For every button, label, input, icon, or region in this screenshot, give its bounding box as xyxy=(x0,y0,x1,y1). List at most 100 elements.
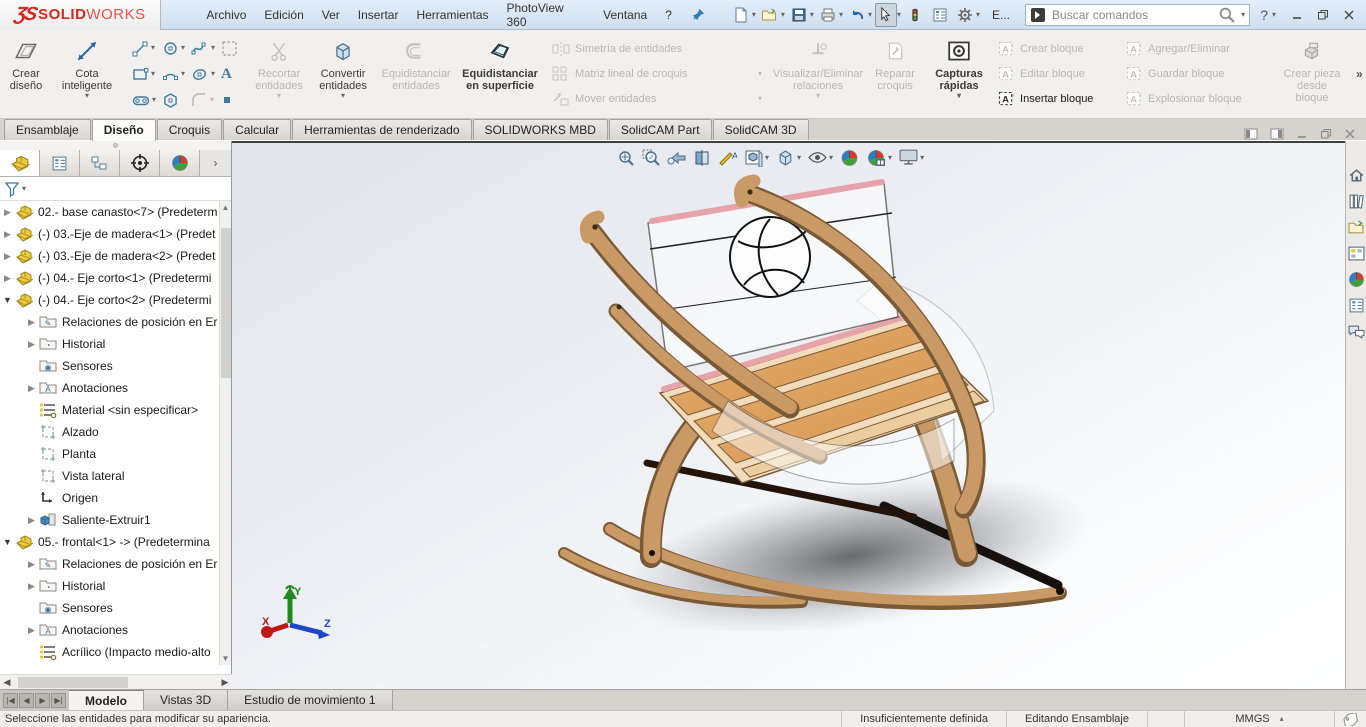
units-selector[interactable]: MMGS ▴ xyxy=(1184,711,1334,727)
save-button[interactable] xyxy=(788,3,810,27)
tree-item[interactable]: ▶ ✎ Relaciones de posición en Er xyxy=(0,311,220,333)
open-caret[interactable]: ▾ xyxy=(781,10,785,19)
tree-item[interactable]: ▶ ◔ Historial xyxy=(0,575,220,597)
convertir-entidades-button[interactable]: Convertir entidades ▾ xyxy=(310,30,376,118)
menu-edicion[interactable]: Edición xyxy=(255,0,312,29)
select-cursor-button[interactable] xyxy=(874,2,897,27)
configurationmanager-tab[interactable] xyxy=(80,150,120,176)
cota-caret[interactable]: ▾ xyxy=(85,92,89,100)
spline-tool[interactable] xyxy=(191,40,209,57)
tree-item[interactable]: ▼ (-) 04.- Eje corto<2> (Predetermi xyxy=(0,289,220,311)
doc-restore-button[interactable] xyxy=(1320,128,1332,140)
print-caret[interactable]: ▾ xyxy=(839,10,843,19)
vscroll-thumb[interactable] xyxy=(220,228,231,378)
equidistanciar-superficie-button[interactable]: Equidistanciar en superficie xyxy=(456,30,544,118)
tab-diseno[interactable]: Diseño xyxy=(91,119,156,141)
appearances-scenes-icon[interactable] xyxy=(1348,271,1365,288)
prev-tab-button[interactable]: ◀ xyxy=(19,692,34,708)
line-caret[interactable]: ▾ xyxy=(151,44,155,52)
overflow-item[interactable]: E... xyxy=(983,8,1019,22)
next-tab-button[interactable]: ▶ xyxy=(35,692,50,708)
fillet-tool[interactable] xyxy=(191,92,208,109)
slot-tool[interactable] xyxy=(132,92,150,109)
tree-expander-icon[interactable]: ▶ xyxy=(24,383,39,394)
tab-croquis[interactable]: Croquis xyxy=(156,119,223,140)
tree-expander-icon[interactable]: ▼ xyxy=(0,295,15,305)
tree-item[interactable]: Alzado xyxy=(0,421,220,443)
document-properties-button[interactable] xyxy=(929,3,951,27)
search-icon[interactable] xyxy=(1218,6,1235,23)
help-icon[interactable]: ? xyxy=(1256,0,1272,29)
menu-ver[interactable]: Ver xyxy=(313,0,349,29)
fillet-caret[interactable]: ▾ xyxy=(210,96,214,104)
line-tool[interactable] xyxy=(132,40,149,57)
tab-estudio-movimiento[interactable]: Estudio de movimiento 1 xyxy=(228,690,393,710)
tree-item[interactable]: ▶ A Anotaciones xyxy=(0,619,220,641)
polygon-tool[interactable] xyxy=(162,92,179,109)
tree-item[interactable]: Vista lateral xyxy=(0,465,220,487)
tree-item[interactable]: Material <sin especificar> xyxy=(0,399,220,421)
pane-left-icon[interactable] xyxy=(1244,128,1258,140)
doc-close-button[interactable] xyxy=(1344,128,1356,140)
doc-minimize-button[interactable] xyxy=(1296,128,1308,140)
tree-expander-icon[interactable]: ▶ xyxy=(24,625,39,636)
menu-archivo[interactable]: Archivo xyxy=(197,0,255,29)
rectangle-tool[interactable] xyxy=(132,66,149,83)
tree-item[interactable]: ▶ ◔ Historial xyxy=(0,333,220,355)
save-caret[interactable]: ▾ xyxy=(810,10,814,19)
cota-inteligente-button[interactable]: Cota inteligente ▾ xyxy=(52,30,122,118)
tree-item[interactable]: ▶ Saliente-Extruir1 xyxy=(0,509,220,531)
new-caret[interactable]: ▾ xyxy=(752,10,756,19)
new-document-button[interactable] xyxy=(730,3,752,27)
crear-diseno-button[interactable]: Crear diseño xyxy=(0,30,52,118)
tab-solidworks-mbd[interactable]: SOLIDWORKS MBD xyxy=(472,119,608,140)
capturas-caret[interactable]: ▾ xyxy=(957,92,961,100)
menu-insertar[interactable]: Insertar xyxy=(349,0,408,29)
scroll-up-icon[interactable]: ▲ xyxy=(222,201,230,214)
view-palette-icon[interactable] xyxy=(1348,245,1365,262)
panel-tabs-expand-icon[interactable]: › xyxy=(200,150,231,176)
featuremanager-tab[interactable] xyxy=(0,150,40,176)
options-gear-button[interactable] xyxy=(954,3,976,27)
pin-menu-icon[interactable] xyxy=(691,7,706,22)
panel-splitter[interactable] xyxy=(0,141,231,150)
custom-properties-icon[interactable] xyxy=(1348,297,1365,314)
capturas-rapidas-button[interactable]: Capturas rápidas ▾ xyxy=(928,30,990,118)
tree-horizontal-scrollbar[interactable]: ◀ ▶ xyxy=(0,674,232,689)
selection-box-tool[interactable] xyxy=(221,40,238,57)
print-button[interactable] xyxy=(817,3,839,27)
rectangle-caret[interactable]: ▾ xyxy=(151,70,155,78)
search-caret[interactable]: ▾ xyxy=(1241,10,1245,19)
command-search-box[interactable]: Buscar comandos ▾ xyxy=(1025,3,1251,26)
circle-tool[interactable] xyxy=(162,40,179,57)
tree-expander-icon[interactable]: ▶ xyxy=(24,515,39,526)
file-explorer-icon[interactable] xyxy=(1348,219,1365,236)
scroll-right-icon[interactable]: ▶ xyxy=(218,677,232,688)
slot-caret[interactable]: ▾ xyxy=(152,96,156,104)
minimize-button[interactable] xyxy=(1284,4,1310,26)
tab-solidcam-part[interactable]: SolidCAM Part xyxy=(608,119,712,140)
text-tool[interactable]: A xyxy=(221,66,232,83)
tree-vertical-scrollbar[interactable]: ▲ ▼ xyxy=(219,201,231,665)
point-tool[interactable] xyxy=(221,94,233,106)
undo-button[interactable] xyxy=(846,3,868,27)
tree-expander-icon[interactable]: ▶ xyxy=(0,251,15,262)
ellipse-tool[interactable] xyxy=(191,66,209,83)
tree-expander-icon[interactable]: ▶ xyxy=(24,581,39,592)
filter-funnel-icon[interactable] xyxy=(4,181,20,197)
propertymanager-tab[interactable] xyxy=(40,150,80,176)
forum-icon[interactable] xyxy=(1348,323,1365,340)
spline-caret[interactable]: ▾ xyxy=(211,44,215,52)
tree-item[interactable]: ◉ Sensores xyxy=(0,597,220,619)
tree-item[interactable]: Planta xyxy=(0,443,220,465)
filter-caret[interactable]: ▾ xyxy=(22,184,26,193)
tree-item[interactable]: Origen xyxy=(0,487,220,509)
tree-item[interactable]: ▶ (-) 03.-Eje de madera<2> (Predet xyxy=(0,245,220,267)
close-button[interactable] xyxy=(1336,4,1362,26)
units-caret[interactable]: ▴ xyxy=(1280,715,1284,723)
tree-item[interactable]: Acrílico (Impacto medio-alto xyxy=(0,641,220,663)
cradle-3d-model[interactable] xyxy=(552,161,1092,631)
graphics-viewport[interactable]: A ▾ ▾ ▾ ▾ ▾ xyxy=(232,141,1345,689)
help-caret[interactable]: ▾ xyxy=(1272,10,1276,19)
first-tab-button[interactable]: |◀ xyxy=(3,692,18,708)
